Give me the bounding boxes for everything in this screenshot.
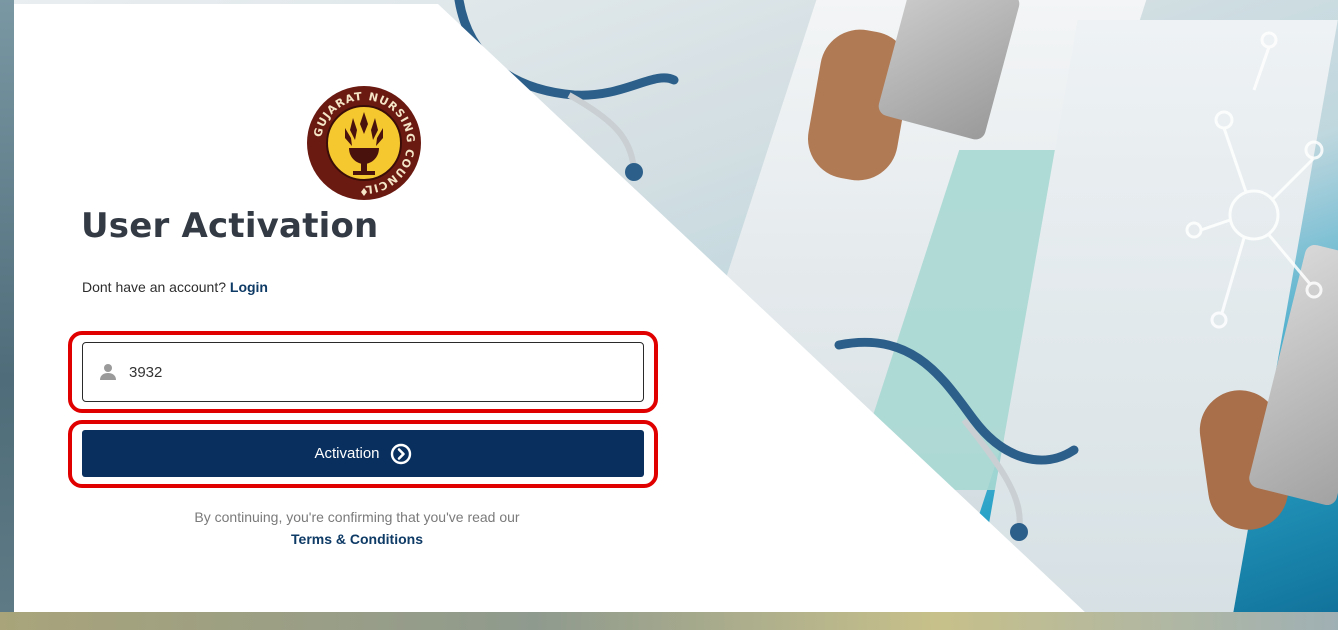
council-emblem-icon: GUJARAT NURSING COUNCIL (307, 86, 421, 200)
activation-button[interactable]: Activation (82, 430, 644, 477)
login-link[interactable]: Login (230, 279, 268, 295)
terms-note: By continuing, you're confirming that yo… (194, 509, 520, 525)
signup-prompt-text: Dont have an account? (82, 279, 226, 295)
user-icon (100, 364, 116, 380)
terms-conditions-link[interactable]: Terms & Conditions (82, 531, 632, 547)
page: GUJARAT NURSING COUNCIL User Activation … (0, 0, 1338, 630)
page-title: User Activation (81, 206, 379, 246)
chevron-right-circle-icon (390, 443, 411, 464)
background-blur-bottom (0, 612, 1338, 630)
signup-prompt: Dont have an account? Login (82, 279, 268, 295)
activation-button-label: Activation (314, 445, 380, 462)
user-id-field[interactable] (82, 342, 644, 402)
user-id-input[interactable] (129, 358, 609, 386)
